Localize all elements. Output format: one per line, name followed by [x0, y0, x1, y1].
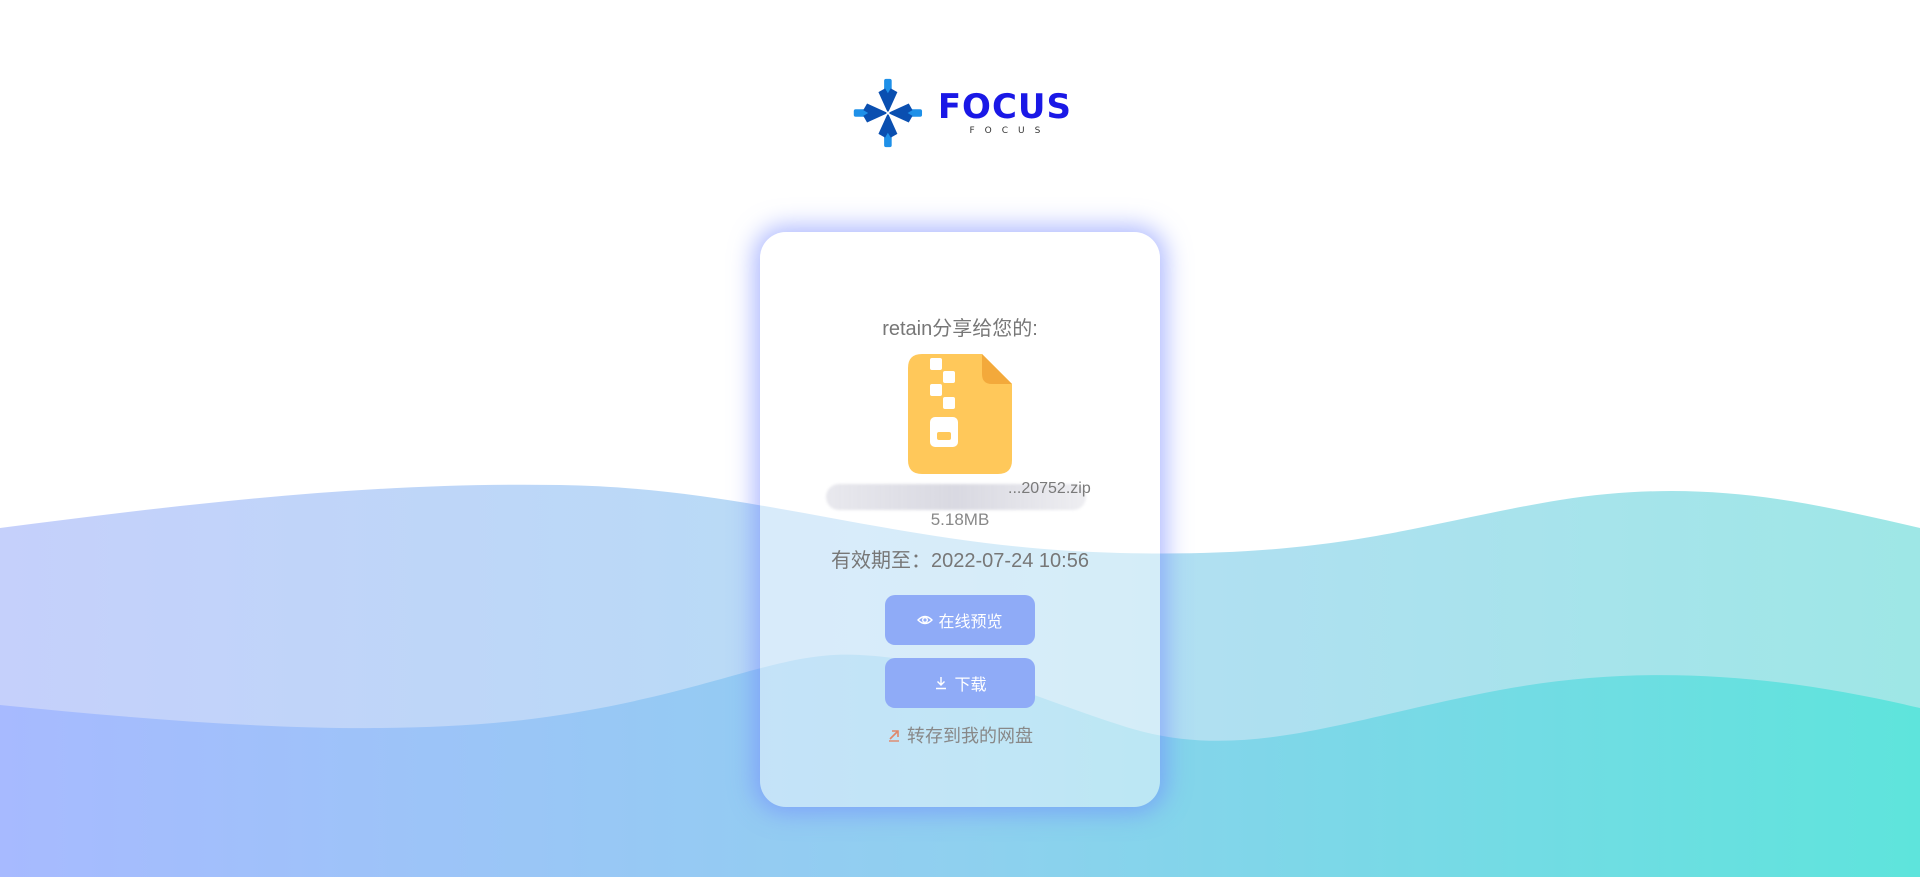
preview-button-label: 在线预览 [938, 614, 1003, 631]
file-size: 5.18MB [930, 510, 990, 529]
save-to-drive-link[interactable]: 转存到我的网盘 [760, 722, 1160, 748]
save-to-drive-label: 转存到我的网盘 [907, 726, 1033, 746]
zip-file-icon [908, 354, 1012, 474]
download-icon [936, 677, 947, 690]
logo-subtitle: FOCUS [969, 126, 1051, 136]
download-button[interactable]: 下载 [885, 658, 1035, 708]
preview-button[interactable]: 在线预览 [885, 595, 1035, 645]
file-name: ...20752.zip [1008, 480, 1091, 497]
download-button-label: 下载 [954, 677, 987, 694]
brand-logo: FOCUS FOCUS [850, 72, 1072, 154]
logo-wordmark: FOCUS [937, 87, 1072, 127]
external-arrow-icon [889, 730, 899, 742]
share-card: retain分享给您的: ...20752.zip 5.18MB 有效期至：20… [760, 232, 1160, 807]
eye-icon [917, 615, 934, 625]
expiry-date: 有效期至：2022-07-24 10:56 [831, 550, 1089, 572]
snowflake-logo-icon [853, 78, 923, 148]
sharer-text: retain分享给您的: [882, 318, 1038, 340]
